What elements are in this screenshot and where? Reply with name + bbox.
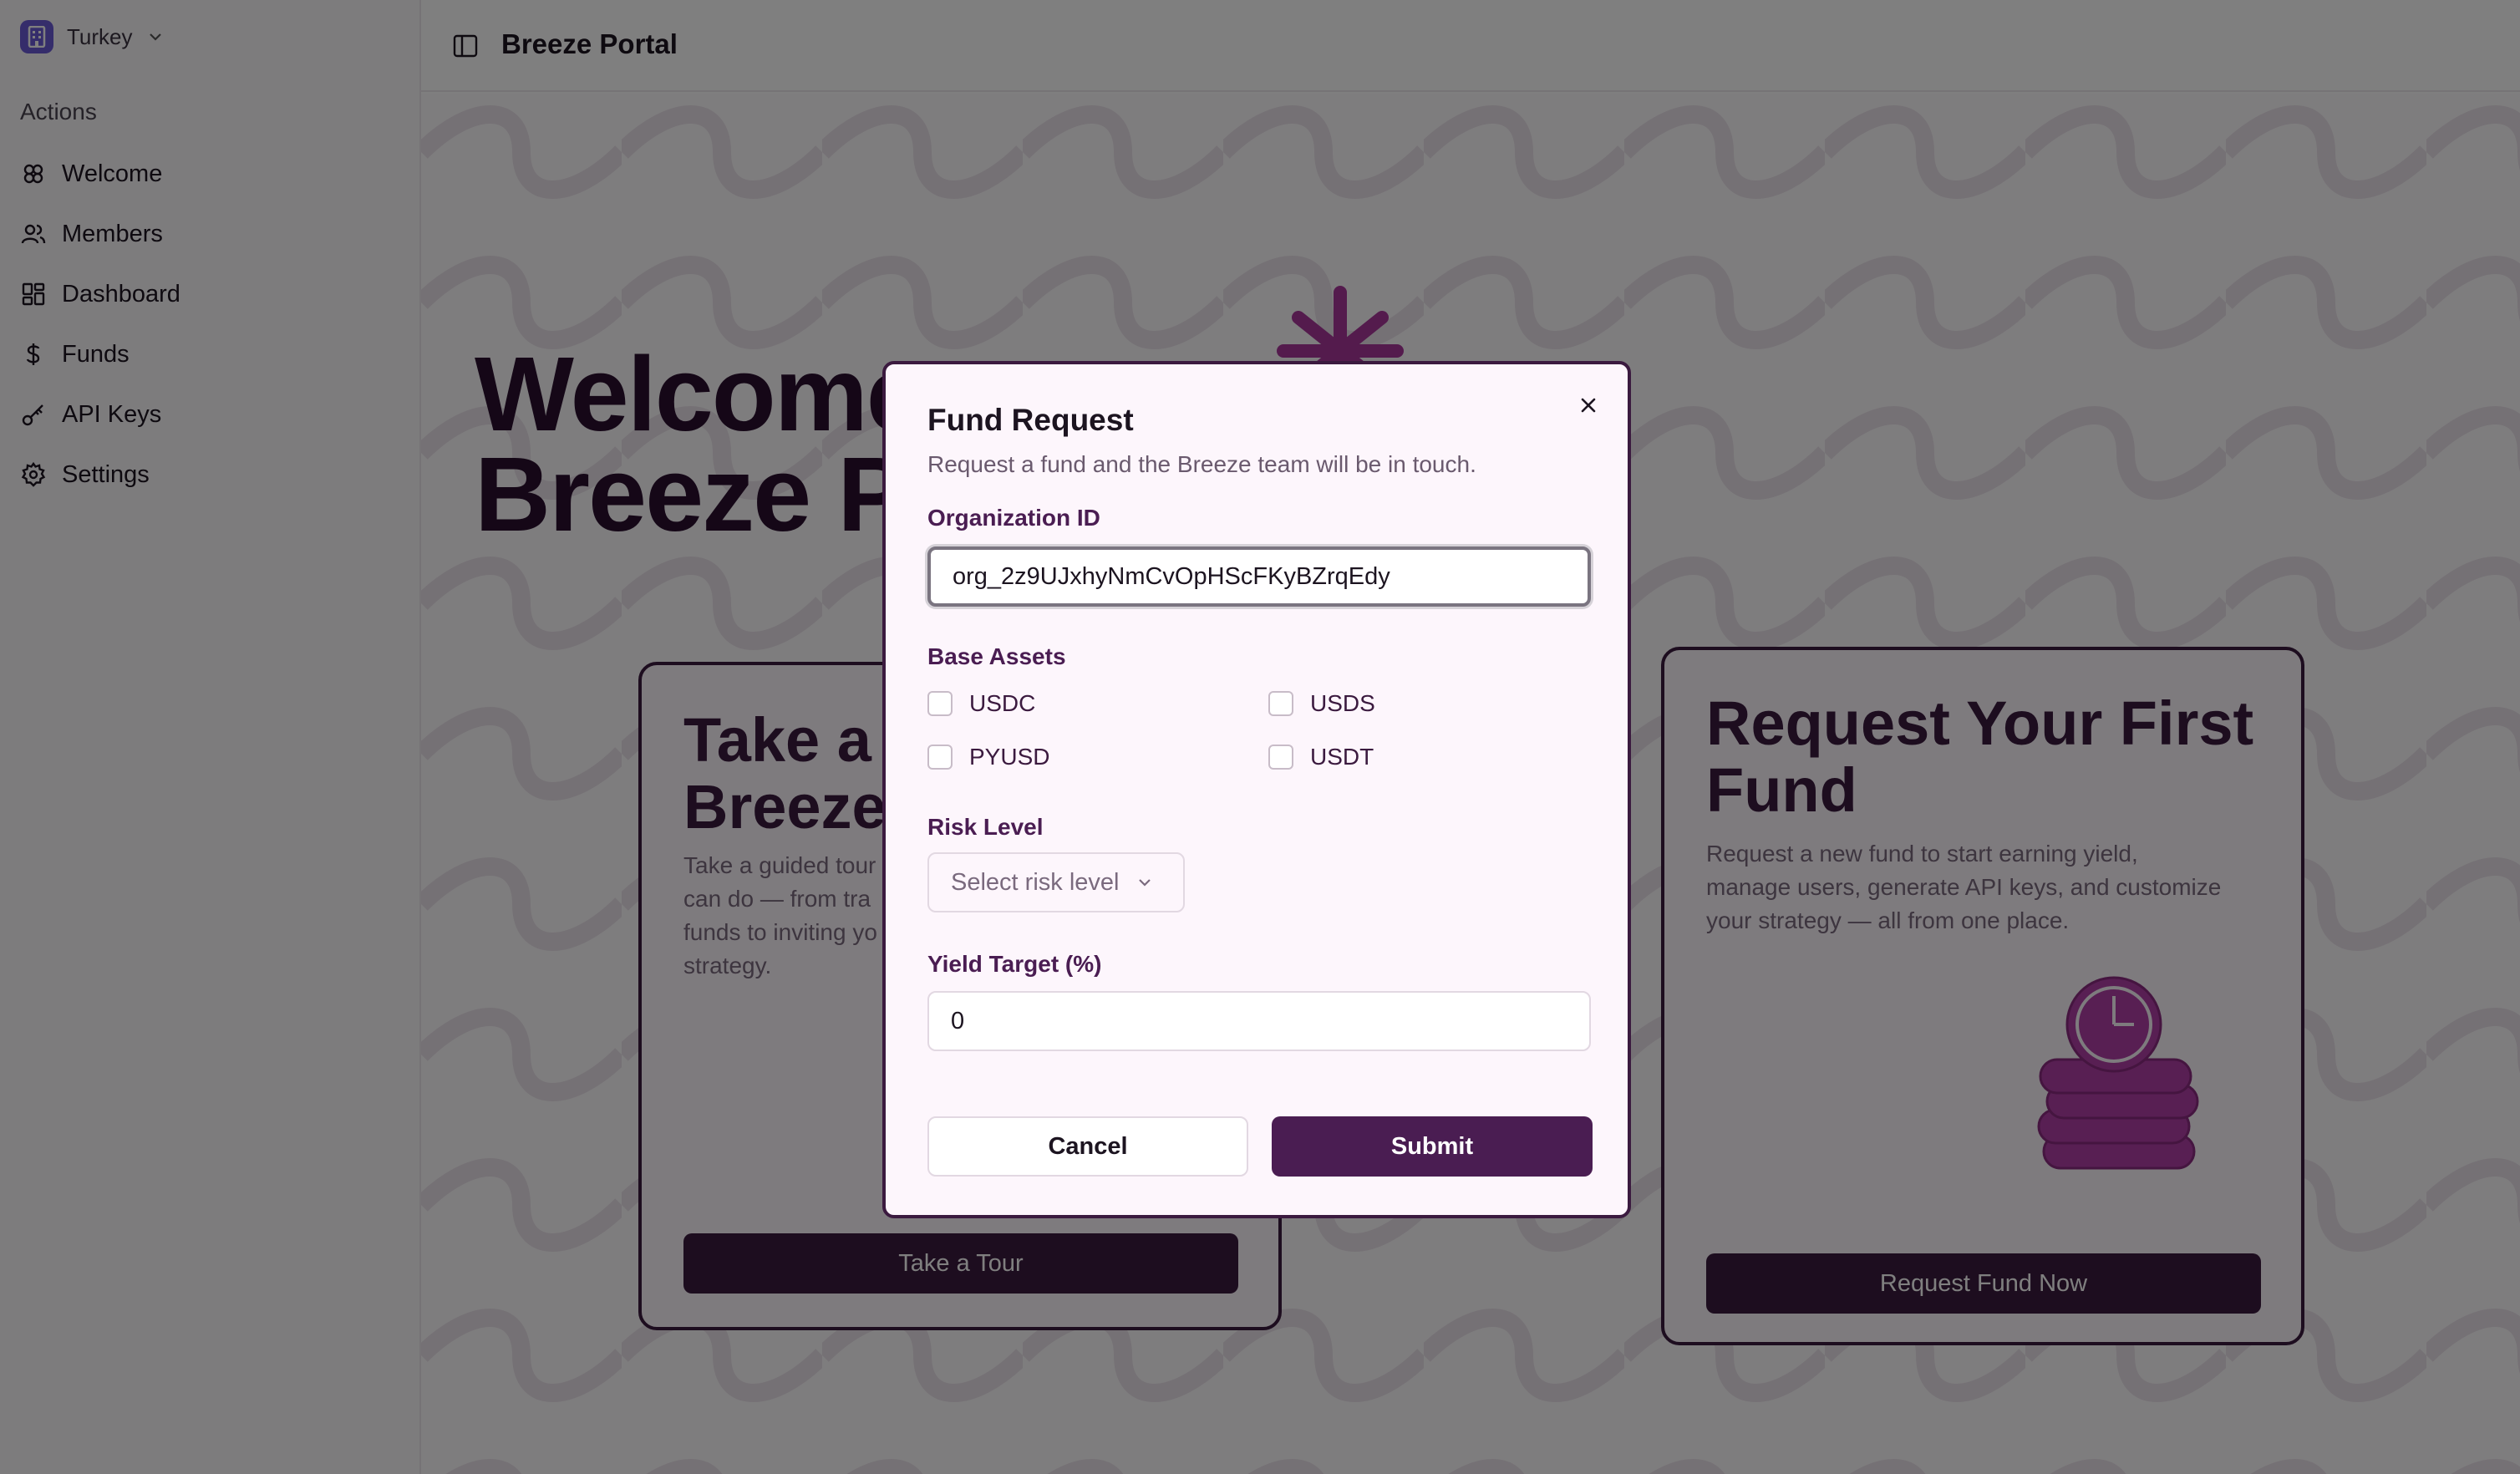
- asset-label: PYUSD: [969, 744, 1050, 770]
- fund-request-dialog: Fund Request Request a fund and the Bree…: [882, 361, 1631, 1218]
- dialog-title: Fund Request: [927, 403, 1134, 437]
- risk-level-label: Risk Level: [927, 814, 1044, 840]
- risk-level-select[interactable]: Select risk level: [927, 852, 1185, 912]
- risk-level-placeholder: Select risk level: [951, 868, 1120, 896]
- asset-label: USDC: [969, 690, 1036, 716]
- checkbox-box[interactable]: [1268, 691, 1293, 716]
- asset-label: USDT: [1310, 744, 1374, 770]
- close-icon[interactable]: [1576, 393, 1601, 418]
- yield-target-value: 0: [951, 1007, 965, 1034]
- dialog-description: Request a fund and the Breeze team will …: [927, 451, 1476, 477]
- asset-label: USDS: [1310, 690, 1375, 716]
- asset-checkbox-usdc[interactable]: USDC: [927, 690, 1035, 717]
- asset-checkbox-usdt[interactable]: USDT: [1268, 744, 1374, 770]
- base-assets-label: Base Assets: [927, 643, 1066, 669]
- asset-checkbox-pyusd[interactable]: PYUSD: [927, 744, 1049, 770]
- checkbox-box[interactable]: [927, 691, 953, 716]
- submit-button[interactable]: Submit: [1272, 1116, 1593, 1177]
- checkbox-box[interactable]: [927, 745, 953, 770]
- yield-target-input[interactable]: 0: [927, 991, 1591, 1051]
- org-id-label: Organization ID: [927, 505, 1100, 531]
- org-id-value: org_2z9UJxhyNmCvOpHScFKyBZrqEdy: [953, 562, 1390, 590]
- asset-checkbox-usds[interactable]: USDS: [1268, 690, 1375, 717]
- org-id-input[interactable]: org_2z9UJxhyNmCvOpHScFKyBZrqEdy: [927, 546, 1591, 607]
- chevron-down-icon: [1139, 879, 1151, 887]
- checkbox-box[interactable]: [1268, 745, 1293, 770]
- cancel-button[interactable]: Cancel: [927, 1116, 1248, 1177]
- yield-target-label: Yield Target (%): [927, 951, 1102, 977]
